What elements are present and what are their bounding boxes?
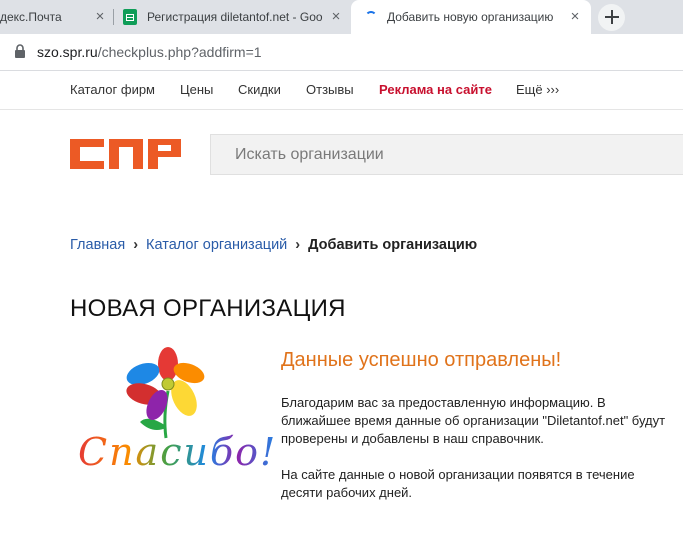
spr-logo[interactable] xyxy=(70,139,181,174)
loading-icon xyxy=(365,11,377,23)
nav-discounts[interactable]: Скидки xyxy=(238,82,281,97)
new-tab-button[interactable] xyxy=(598,4,625,31)
url-host: szo.spr.ru xyxy=(37,44,98,60)
sheets-icon xyxy=(123,9,137,25)
site-top-nav: Каталог фирм Цены Скидки Отзывы Реклама … xyxy=(0,71,683,110)
plus-icon xyxy=(604,10,619,24)
tab-add-organization[interactable]: Добавить новую организацию xyxy=(351,0,591,34)
publication-note: На сайте данные о новой организации появ… xyxy=(281,467,635,500)
chevron-right-icon: › xyxy=(295,237,301,253)
nav-reviews[interactable]: Отзывы xyxy=(306,82,354,97)
nav-more[interactable]: Ещё ››› xyxy=(516,82,559,97)
breadcrumb-catalog[interactable]: Каталог организаций xyxy=(146,237,287,253)
close-icon[interactable]: × xyxy=(92,9,108,25)
close-icon[interactable]: × xyxy=(567,9,583,25)
close-icon[interactable]: × xyxy=(328,9,344,25)
tab-registration[interactable]: Регистрация diletantof.net - Goo xyxy=(113,0,350,34)
tab-label: декс.Почта xyxy=(0,10,62,24)
thank-you-text: Спасибо! xyxy=(78,430,278,474)
thank-you-illustration: Спасибо! xyxy=(78,346,275,486)
nav-advertising[interactable]: Реклама на сайте xyxy=(379,82,492,97)
success-heading: Данные успешно отправлены! xyxy=(281,349,562,371)
tab-label: Добавить новую организацию xyxy=(387,10,554,24)
tab-label: Регистрация diletantof.net - Goo xyxy=(147,10,323,24)
spr-logo-icon xyxy=(70,139,181,169)
search-box xyxy=(210,134,683,175)
nav-catalog[interactable]: Каталог фирм xyxy=(70,82,155,97)
breadcrumb-home[interactable]: Главная xyxy=(70,237,125,253)
nav-prices[interactable]: Цены xyxy=(180,82,213,97)
url-path: /checkplus.php?addfirm=1 xyxy=(97,44,262,60)
address-bar[interactable]: szo.spr.ru/checkplus.php?addfirm=1 xyxy=(0,34,683,71)
url-text[interactable]: szo.spr.ru/checkplus.php?addfirm=1 xyxy=(37,44,262,60)
search-input[interactable] xyxy=(211,135,683,174)
confirmation-message: Благодарим вас за предоставленную информ… xyxy=(281,395,666,446)
lock-icon[interactable] xyxy=(14,44,26,59)
chevron-right-icon: › xyxy=(133,237,139,253)
page-title: НОВАЯ ОРГАНИЗАЦИЯ xyxy=(70,295,346,322)
breadcrumb: Главная › Каталог организаций › Добавить орг… xyxy=(70,237,477,253)
breadcrumb-current: Добавить организацию xyxy=(308,237,478,253)
browser-tabstrip: декс.Почта × Регистрация diletantof.net … xyxy=(0,0,683,34)
